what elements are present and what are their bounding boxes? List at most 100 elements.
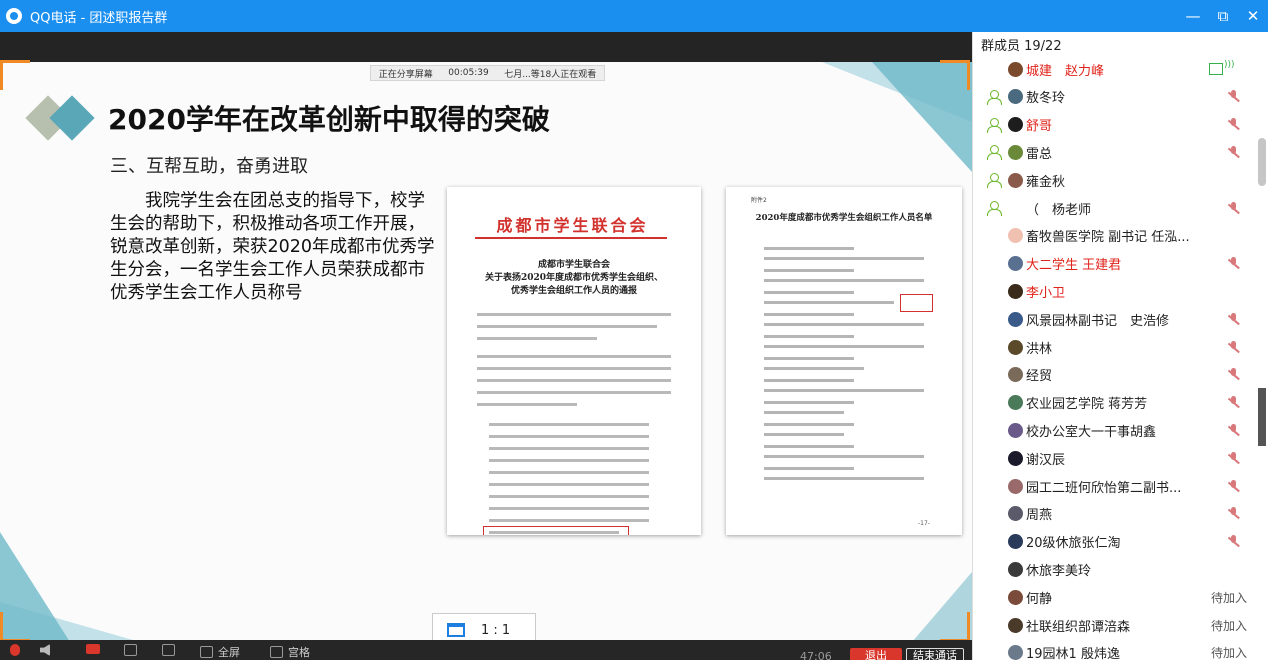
member-row[interactable]: （ 杨老师: [973, 194, 1257, 222]
admin-role-icon: [987, 229, 1001, 243]
window-fit-icon[interactable]: [447, 623, 465, 637]
avatar: [1008, 561, 1023, 577]
mic-muted-icon: [1227, 340, 1240, 354]
member-row[interactable]: 雷总: [973, 138, 1257, 166]
doc-heading: 2020年度成都市优秀学生会组织工作人员名单: [755, 213, 933, 223]
admin-role-icon: [987, 562, 1001, 576]
share-duration: 00:05:39: [448, 68, 489, 78]
highlight-box: [483, 526, 629, 535]
member-row[interactable]: 风景园林副书记 史浩修: [973, 305, 1257, 333]
mic-muted-icon: [1227, 423, 1240, 437]
admin-role-icon: [987, 590, 1001, 604]
camera-icon: [86, 644, 100, 654]
minimize-button[interactable]: —: [1178, 0, 1208, 32]
admin-role-icon: [987, 173, 1002, 189]
member-row[interactable]: 经贸: [973, 361, 1257, 389]
share-status: 正在分享屏幕: [378, 69, 433, 80]
zoom-ratio-control[interactable]: 1 : 1: [432, 613, 536, 642]
fullscreen-button[interactable]: 全屏: [200, 644, 240, 660]
avatar: [1008, 283, 1023, 299]
avatar: [1008, 144, 1023, 160]
speaker-toggle[interactable]: [40, 644, 55, 656]
admin-role-icon: [987, 201, 1002, 216]
member-row[interactable]: 园工二班何欣怡第二副书...: [973, 472, 1257, 500]
zoom-ratio-label: 1 : 1: [481, 622, 511, 638]
member-row[interactable]: 何静 待加入: [973, 583, 1257, 611]
admin-role-icon: [987, 535, 1001, 549]
member-row[interactable]: 畜牧兽医学院 副书记 任泓...: [973, 222, 1257, 250]
admin-role-icon: [987, 368, 1001, 382]
member-row[interactable]: 休旅李美玲: [973, 555, 1257, 583]
member-name: 农业园艺学院 蒋芳芳: [1026, 397, 1148, 413]
window-controls: — ⧉ ✕: [1178, 0, 1268, 32]
call-timer: 47:06: [800, 650, 832, 660]
qq-logo-icon: [6, 8, 22, 24]
share-viewers: 七月...等18人正在观看: [504, 69, 597, 80]
more-button[interactable]: [162, 644, 180, 656]
end-call-button[interactable]: 结束通话: [906, 648, 964, 660]
grid-button[interactable]: 宫格: [270, 644, 310, 660]
grid-icon: [270, 646, 283, 658]
admin-role-icon: [987, 618, 1001, 632]
mic-muted-icon: [1227, 118, 1240, 131]
grid-label: 宫格: [288, 646, 310, 659]
admin-role-icon: [987, 340, 1001, 354]
avatar: [1008, 478, 1023, 494]
member-name: 雍金秋: [1026, 174, 1066, 190]
member-row[interactable]: 谢汉辰: [973, 444, 1257, 472]
close-button[interactable]: ✕: [1238, 0, 1268, 32]
member-name: 校办公室大一干事胡鑫: [1026, 424, 1157, 440]
member-name: 李小卫: [1026, 285, 1066, 301]
title-bar: QQ电话 - 团述职报告群 — ⧉ ✕: [0, 0, 1268, 32]
document-list: 附件2 2020年度成都市优秀学生会组织工作人员名单 -17-: [726, 187, 962, 535]
member-name: 何静: [1026, 591, 1053, 607]
member-row[interactable]: 20级休旅张仁淘: [973, 528, 1257, 556]
member-row[interactable]: 舒哥: [973, 111, 1257, 139]
share-border-corner: [0, 612, 30, 642]
admin-role-icon: [987, 62, 1001, 76]
member-row[interactable]: 雍金秋: [973, 166, 1257, 194]
member-list-scrollbar[interactable]: [1258, 138, 1266, 186]
member-row[interactable]: 洪林: [973, 333, 1257, 361]
member-row[interactable]: 城建 赵力峰: [973, 55, 1257, 83]
member-row[interactable]: 校办公室大一干事胡鑫: [973, 416, 1257, 444]
mic-toggle[interactable]: [10, 644, 25, 656]
member-row[interactable]: 李小卫: [973, 277, 1257, 305]
member-row[interactable]: 19园林1 殷炜逸 待加入: [973, 639, 1257, 660]
screen-sharing-icon: [1209, 60, 1237, 76]
member-row[interactable]: 社联组织部谭涪森 待加入: [973, 611, 1257, 639]
camera-toggle[interactable]: [86, 644, 105, 654]
diamond-logo-icon: [25, 95, 100, 141]
waiting-status: 待加入: [1211, 590, 1248, 605]
screen-share-view: 正在分享屏幕 00:05:39 七月...等18人正在观看 2020学年在改革创…: [0, 32, 972, 660]
admin-role-icon: [987, 507, 1001, 521]
exit-button[interactable]: 退出: [850, 648, 902, 660]
member-row[interactable]: 敖冬玲: [973, 83, 1257, 111]
restore-button[interactable]: ⧉: [1208, 0, 1238, 32]
admin-role-icon: [987, 145, 1002, 161]
shared-slide: 正在分享屏幕 00:05:39 七月...等18人正在观看 2020学年在改革创…: [0, 62, 972, 642]
slide-subtitle: 三、互帮互助，奋勇进取: [110, 156, 308, 177]
mic-muted-icon: [1227, 507, 1240, 520]
member-row[interactable]: 农业园艺学院 蒋芳芳: [973, 389, 1257, 417]
admin-role-icon: [987, 257, 1001, 271]
admin-role-icon: [987, 89, 1002, 105]
admin-role-icon: [987, 312, 1001, 326]
slide-body-text: 我院学生会在团总支的指导下，校学生会的帮助下，积极推动各项工作开展，锐意改革创新…: [110, 191, 435, 303]
member-name: 休旅李美玲: [1026, 563, 1092, 579]
member-name: 雷总: [1026, 146, 1053, 162]
avatar: [1008, 228, 1023, 244]
screen-share-icon: [124, 644, 137, 656]
doc-heading: 优秀学生会组织工作人员的通报: [510, 286, 637, 296]
member-name: 园工二班何欣怡第二副书...: [1026, 480, 1182, 496]
share-screen-button[interactable]: [124, 644, 142, 656]
avatar: [1008, 117, 1023, 133]
member-row[interactable]: 周燕: [973, 500, 1257, 528]
mic-muted-icon: [1227, 479, 1240, 493]
qq-call-window: QQ电话 - 团述职报告群 — ⧉ ✕ 正在分享屏幕 00:05:39 七月..…: [0, 0, 1268, 660]
side-handle[interactable]: [1258, 388, 1266, 446]
member-name: 社联组织部谭涪森: [1026, 619, 1131, 635]
member-row[interactable]: 大二学生 王建君: [973, 250, 1257, 278]
avatar: [1008, 534, 1023, 550]
fullscreen-label: 全屏: [218, 646, 240, 659]
